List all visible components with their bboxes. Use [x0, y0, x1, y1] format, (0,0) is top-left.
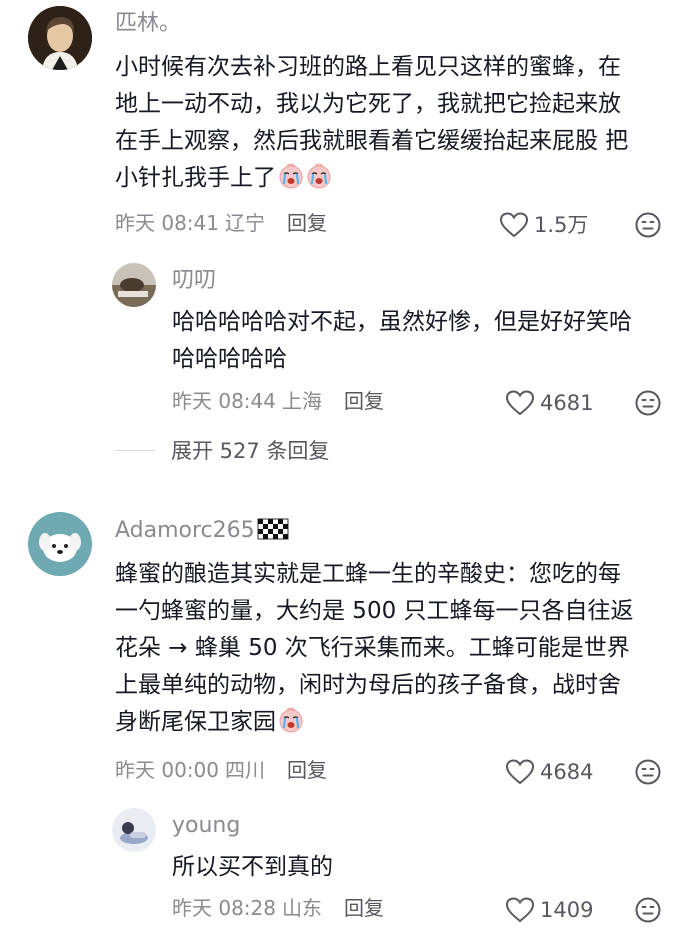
reply-meta: 昨天 08:44 上海 回复	[172, 386, 384, 416]
divider	[115, 449, 155, 451]
comment-text: 小时候有次去补习班的路上看见只这样的蜜蜂，在 地上一动不动，我以为它死了，我就把…	[115, 49, 628, 197]
expand-replies-label: 展开 527 条回复	[171, 439, 330, 463]
reply-meta: 昨天 08:28 山东 回复	[172, 893, 384, 923]
checkered-flag-emoji	[257, 518, 289, 540]
like-button[interactable]: 1.5万	[500, 210, 588, 240]
reply-avatar[interactable]	[112, 808, 156, 852]
crying-face-emoji	[278, 163, 304, 189]
like-count: 4684	[540, 760, 594, 784]
like-button[interactable]: 1409	[506, 895, 593, 925]
crying-face-emoji	[278, 707, 304, 733]
reply-username[interactable]: young	[172, 811, 240, 841]
comment-line: 花朵 → 蜂巢 50 次飞行采集而来。工蜂可能是世界	[115, 635, 630, 661]
comment-meta: 昨天 08:41 辽宁 回复	[115, 208, 327, 238]
dislike-icon[interactable]	[635, 897, 661, 923]
like-count: 4681	[540, 391, 594, 415]
timestamp: 昨天 08:41	[115, 211, 219, 235]
comment-line: 在手上观察，然后我就眼看着它缓缓抬起来屁股 把	[115, 128, 629, 154]
like-count: 1409	[540, 898, 594, 922]
heart-outline-icon	[500, 212, 528, 238]
reply-button[interactable]: 回复	[287, 211, 327, 235]
dislike-icon[interactable]	[635, 759, 661, 785]
reply-text: 哈哈哈哈哈对不起，虽然好惨，但是好好笑哈 哈哈哈哈哈	[172, 304, 632, 378]
comment-line: 一勺蜂蜜的量，大约是 500 只工蜂每一只各自往返	[115, 598, 634, 624]
avatar[interactable]	[28, 6, 92, 70]
expand-replies-button[interactable]: 展开 527 条回复	[115, 435, 329, 465]
like-button[interactable]: 4684	[506, 757, 593, 787]
reply-button[interactable]: 回复	[344, 896, 384, 920]
avatar[interactable]	[28, 512, 92, 576]
like-button[interactable]: 4681	[506, 388, 593, 418]
comment-line: 身断尾保卫家园	[115, 704, 634, 741]
comment-line: 地上一动不动，我以为它死了，我就把它捡起来放	[115, 91, 621, 117]
username[interactable]: Adamorc265	[115, 516, 289, 546]
username-text: Adamorc265	[115, 518, 255, 543]
reply-line: 哈哈哈哈哈对不起，虽然好惨，但是好好笑哈	[172, 309, 632, 335]
heart-outline-icon	[506, 759, 534, 785]
location: 辽宁	[225, 211, 265, 235]
timestamp: 昨天 00:00	[115, 758, 219, 782]
crying-face-emoji	[306, 163, 332, 189]
reply-username[interactable]: 叨叨	[172, 266, 216, 296]
comment-line: 小针扎我手上了	[115, 160, 628, 197]
timestamp: 昨天 08:44	[172, 389, 276, 413]
comment-line: 上最单纯的动物，闲时为母后的孩子备食，战时舍	[115, 672, 621, 698]
location: 上海	[282, 389, 322, 413]
reply-line: 哈哈哈哈哈	[172, 346, 287, 372]
comment-line: 蜂蜜的酿造其实就是工蜂一生的辛酸史：您吃的每	[115, 561, 621, 587]
reply-avatar[interactable]	[112, 263, 156, 307]
reply-button[interactable]: 回复	[287, 758, 327, 782]
dislike-icon[interactable]	[635, 390, 661, 416]
reply-button[interactable]: 回复	[344, 389, 384, 413]
heart-outline-icon	[506, 897, 534, 923]
location: 山东	[282, 896, 322, 920]
heart-outline-icon	[506, 390, 534, 416]
username[interactable]: 匹林。	[115, 9, 181, 39]
comment-meta: 昨天 00:00 四川 回复	[115, 755, 327, 785]
reply-line: 所以买不到真的	[172, 854, 333, 880]
dislike-icon[interactable]	[635, 212, 661, 238]
comment-line: 小时候有次去补习班的路上看见只这样的蜜蜂，在	[115, 54, 621, 80]
like-count: 1.5万	[534, 213, 589, 237]
timestamp: 昨天 08:28	[172, 896, 276, 920]
comment-text: 蜂蜜的酿造其实就是工蜂一生的辛酸史：您吃的每 一勺蜂蜜的量，大约是 500 只工…	[115, 556, 634, 741]
reply-text: 所以买不到真的	[172, 849, 333, 886]
location: 四川	[225, 758, 265, 782]
